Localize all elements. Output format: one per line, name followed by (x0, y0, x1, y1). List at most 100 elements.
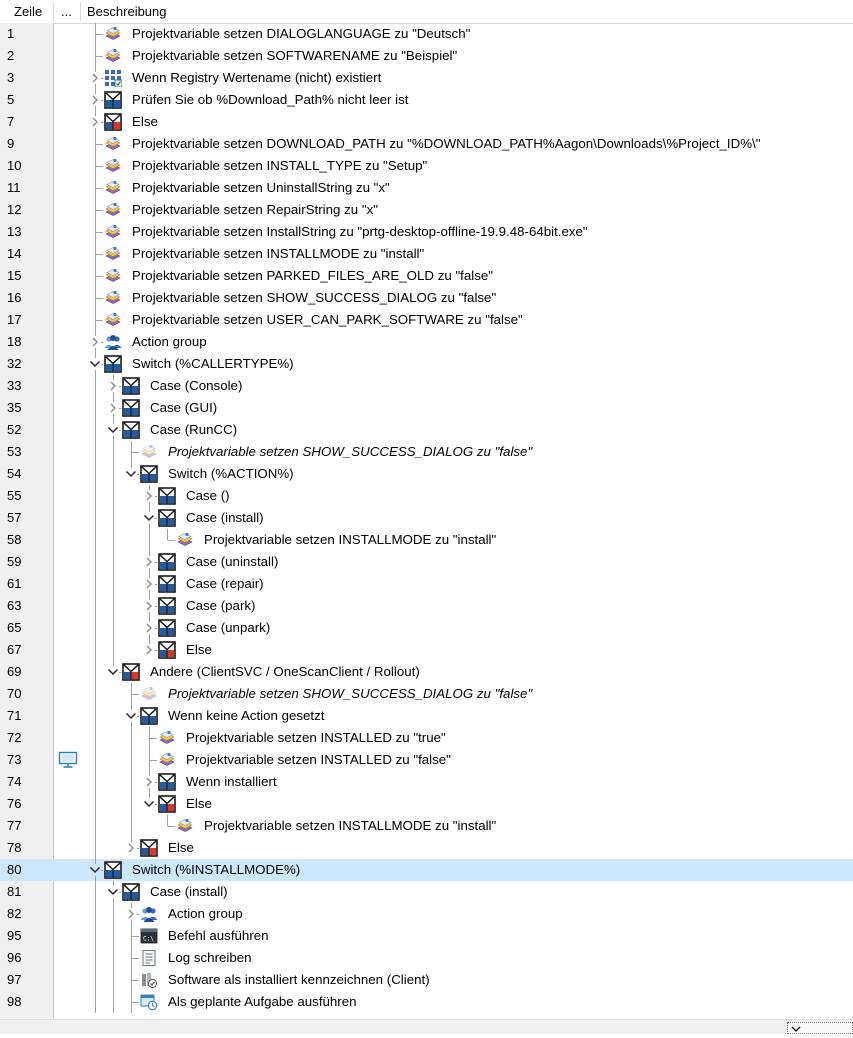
column-header-zeile[interactable]: Zeile (14, 0, 42, 23)
tree-row[interactable]: 14 Projektvariable setzen INSTALLMODE zu… (0, 243, 853, 265)
tree-row[interactable]: 61 Case (repair) (0, 573, 853, 595)
action-group-icon (104, 333, 122, 351)
tree-row[interactable]: 54 Switch (%ACTION%) (0, 463, 853, 485)
column-header-more[interactable]: ... (61, 0, 72, 23)
tree-row[interactable]: 16 Projektvariable setzen SHOW_SUCCESS_D… (0, 287, 853, 309)
expand-chevron-icon[interactable] (89, 72, 101, 84)
monitor-icon[interactable] (58, 751, 78, 769)
tree-item-label: Wenn Registry Wertename (nicht) existier… (132, 70, 382, 85)
tree-row[interactable]: 59 Case (uninstall) (0, 551, 853, 573)
tree-row[interactable]: 33 Case (Console) (0, 375, 853, 397)
tree-item-label: Case (install) (150, 884, 228, 899)
expand-chevron-icon[interactable] (107, 380, 119, 392)
expand-chevron-icon[interactable] (125, 908, 137, 920)
expand-chevron-icon[interactable] (89, 336, 101, 348)
tree-item-label: Andere (ClientSVC / OneScanClient / Roll… (150, 664, 420, 679)
tree-row[interactable]: 18 Action group (0, 331, 853, 353)
tree-row[interactable]: 55 Case () (0, 485, 853, 507)
expand-chevron-icon[interactable] (143, 556, 155, 568)
variable-icon (104, 179, 122, 197)
tree-connector (95, 925, 139, 947)
expand-chevron-icon[interactable] (143, 490, 155, 502)
tree-row[interactable]: 70 Projektvariable setzen SHOW_SUCCESS_D… (0, 683, 853, 705)
tree-row[interactable]: 9 Projektvariable setzen DOWNLOAD_PATH z… (0, 133, 853, 155)
tree-row[interactable]: 76 Else (0, 793, 853, 815)
tree-row[interactable]: 72 Projektvariable setzen INSTALLED zu "… (0, 727, 853, 749)
expand-chevron-icon[interactable] (143, 600, 155, 612)
expand-chevron-icon[interactable] (107, 402, 119, 414)
tree-row[interactable]: 10 Projektvariable setzen INSTALL_TYPE z… (0, 155, 853, 177)
tree-row[interactable]: 53 Projektvariable setzen SHOW_SUCCESS_D… (0, 441, 853, 463)
tree-row[interactable]: 65 Case (unpark) (0, 617, 853, 639)
tree-item-label: Case (park) (186, 598, 256, 613)
collapse-chevron-icon[interactable] (143, 798, 155, 810)
tree-row[interactable]: 74 Wenn installiert (0, 771, 853, 793)
tree-item-label: Projektvariable setzen INSTALLED zu "tru… (186, 730, 446, 745)
tree-item-label: Case (unpark) (186, 620, 271, 635)
collapse-chevron-icon[interactable] (89, 358, 101, 370)
expand-chevron-icon[interactable] (143, 578, 155, 590)
tree-row[interactable]: 35 Case (GUI) (0, 397, 853, 419)
tree-row[interactable]: 80 Switch (%INSTALLMODE%) (0, 859, 853, 881)
tree-row[interactable]: 73 Projektvariable setzen INSTALLED zu "… (0, 749, 853, 771)
tree-row[interactable]: 81 Case (install) (0, 881, 853, 903)
tree-row[interactable]: 77 Projektvariable setzen INSTALLMODE zu… (0, 815, 853, 837)
tree-connector (95, 771, 157, 793)
tree-row[interactable]: 58 Projektvariable setzen INSTALLMODE zu… (0, 529, 853, 551)
expand-chevron-icon[interactable] (143, 622, 155, 634)
tree-row[interactable]: 12 Projektvariable setzen RepairString z… (0, 199, 853, 221)
collapse-chevron-icon[interactable] (89, 864, 101, 876)
tree-item-label: Projektvariable setzen SHOW_SUCCESS_DIAL… (168, 444, 533, 459)
tree-row[interactable]: 13 Projektvariable setzen InstallString … (0, 221, 853, 243)
tree-row[interactable]: 1 Projektvariable setzen DIALOGLANGUAGE … (0, 23, 853, 45)
tree-row[interactable]: 15 Projektvariable setzen PARKED_FILES_A… (0, 265, 853, 287)
tree-row[interactable]: 52 Case (RunCC) (0, 419, 853, 441)
collapse-chevron-icon[interactable] (125, 468, 137, 480)
tree-item-label: Else (168, 840, 194, 855)
tree-item-label: Case (uninstall) (186, 554, 279, 569)
column-header-beschreibung[interactable]: Beschreibung (87, 0, 167, 23)
tree-item-label: Befehl ausführen (168, 928, 269, 943)
expand-chevron-icon[interactable] (89, 116, 101, 128)
tree-item-label: Case (RunCC) (150, 422, 238, 437)
tree-row[interactable]: 63 Case (park) (0, 595, 853, 617)
expand-chevron-icon[interactable] (89, 94, 101, 106)
column-divider[interactable] (53, 2, 54, 21)
tree-row[interactable]: 57 Case (install) (0, 507, 853, 529)
tree-row[interactable]: 11 Projektvariable setzen UninstallStrin… (0, 177, 853, 199)
horizontal-scrollbar[interactable] (0, 1019, 853, 1034)
tree-row[interactable]: 7 Else (0, 111, 853, 133)
tree-row[interactable]: 78 Else (0, 837, 853, 859)
tree-item-label: Software als installiert kennzeichnen (C… (168, 972, 430, 987)
scroll-right-button[interactable] (787, 1022, 853, 1034)
tree-row[interactable]: 69 Andere (ClientSVC / OneScanClient / R… (0, 661, 853, 683)
tree-row[interactable]: 67 Else (0, 639, 853, 661)
tree-row[interactable]: 17 Projektvariable setzen USER_CAN_PARK_… (0, 309, 853, 331)
tree-row[interactable]: 96 Log schreiben (0, 947, 853, 969)
collapse-chevron-icon[interactable] (125, 710, 137, 722)
expand-chevron-icon[interactable] (125, 842, 137, 854)
tree-row[interactable]: 2 Projektvariable setzen SOFTWARENAME zu… (0, 45, 853, 67)
collapse-chevron-icon[interactable] (107, 666, 119, 678)
tree-connector (95, 617, 157, 639)
expand-chevron-icon[interactable] (143, 776, 155, 788)
column-divider[interactable] (80, 2, 81, 21)
expand-chevron-icon[interactable] (143, 644, 155, 656)
tree-row[interactable]: 82 Action group (0, 903, 853, 925)
else-icon (158, 795, 176, 813)
tree-row[interactable]: 3 Wenn Registry Wertename (nicht) existi… (0, 67, 853, 89)
tree-row[interactable]: 98 Als geplante Aufgabe ausführen (0, 991, 853, 1013)
collapse-chevron-icon[interactable] (143, 512, 155, 524)
action-tree[interactable]: 1 Projektvariable setzen DIALOGLANGUAGE … (0, 23, 853, 1019)
switch-icon (104, 861, 122, 879)
collapse-chevron-icon[interactable] (107, 886, 119, 898)
tree-item-label: Projektvariable setzen DOWNLOAD_PATH zu … (132, 136, 761, 151)
tree-row[interactable]: 5 Prüfen Sie ob %Download_Path% nicht le… (0, 89, 853, 111)
tree-row[interactable]: 97 Software als installiert kennzeichnen… (0, 969, 853, 991)
tree-row[interactable]: 32 Switch (%CALLERTYPE%) (0, 353, 853, 375)
tree-row[interactable]: 71 Wenn keine Action gesetzt (0, 705, 853, 727)
tree-item-label: Projektvariable setzen SHOW_SUCCESS_DIAL… (168, 686, 533, 701)
tree-row[interactable]: 95 C:\ Befehl ausführen (0, 925, 853, 947)
collapse-chevron-icon[interactable] (107, 424, 119, 436)
condition-icon (158, 575, 176, 593)
